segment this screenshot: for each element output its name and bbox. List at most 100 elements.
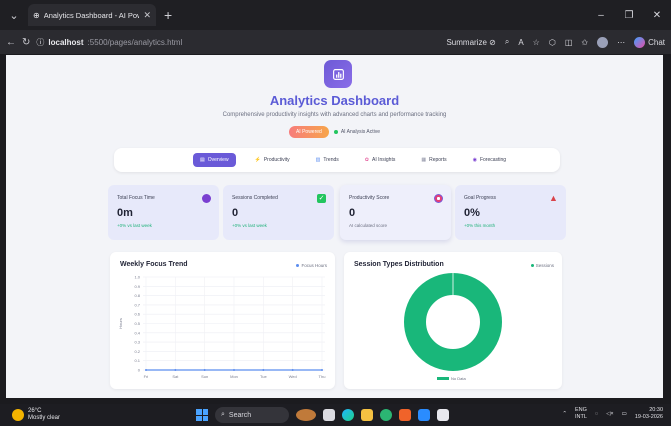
stat-card-goal-progress: Goal Progress 0% +0% this month ▲ xyxy=(455,185,566,240)
weather-sun-icon xyxy=(12,409,24,421)
data-point xyxy=(291,369,294,371)
stat-change: +0% this month xyxy=(464,223,496,228)
status-dot-icon xyxy=(333,130,338,134)
session-distribution-panel: Session Types Distribution Sessions No D… xyxy=(344,252,562,389)
maximize-icon[interactable]: ❐ xyxy=(615,10,643,21)
address-bar: ← ↻ ⓘ localhost:5500/pages/analytics.htm… xyxy=(0,30,671,54)
extension-icon[interactable]: ⬡ xyxy=(549,38,556,47)
wifi-icon[interactable]: ◌ xyxy=(595,411,598,417)
browser-titlebar: ⌄ ⊕ Analytics Dashboard - AI Powered ✕ +… xyxy=(0,0,671,30)
store-icon[interactable] xyxy=(380,409,392,421)
tab-ai-insights[interactable]: ✿ AI Insights xyxy=(358,153,403,167)
weather-temp: 26°C xyxy=(28,408,42,414)
page-content: Analytics Dashboard Comprehensive produc… xyxy=(6,55,663,398)
stat-card-productivity-score: Productivity Score 0 AI calculated score xyxy=(340,185,451,240)
close-tab-icon[interactable]: ✕ xyxy=(143,10,151,21)
copilot-icon xyxy=(634,36,646,48)
globe-icon: ⊕ xyxy=(33,10,40,20)
url-host: localhost xyxy=(48,37,84,47)
brain-icon: ✿ xyxy=(364,157,369,163)
weekly-focus-trend-panel: Weekly Focus Trend Focus Hours 1.0 0.9 0.8… xyxy=(110,252,335,389)
minimize-icon[interactable]: – xyxy=(587,10,615,21)
chart-icon: ▤ xyxy=(200,157,205,163)
favorite-star-icon[interactable]: ☆ xyxy=(533,38,540,47)
target-icon xyxy=(434,194,443,203)
stat-change: +0% vs last week xyxy=(232,223,267,228)
brave-icon[interactable] xyxy=(399,409,411,421)
stat-caption: AI calculated score xyxy=(349,223,388,228)
stat-value: 0% xyxy=(464,207,480,219)
bolt-icon: ⚡ xyxy=(254,157,261,163)
search-label: Search xyxy=(228,411,252,419)
legend-swatch xyxy=(437,377,449,380)
windows-start-icon[interactable] xyxy=(196,409,208,421)
taskbar-search[interactable]: ⌕ Search xyxy=(215,407,289,423)
stat-change: +0% vs last week xyxy=(117,223,152,228)
x-tick-label: Sun xyxy=(201,374,208,379)
task-view-icon[interactable] xyxy=(323,409,335,421)
x-tick-label: Mon xyxy=(230,374,238,379)
summarize-label: Summarize xyxy=(446,37,487,47)
pie-slice xyxy=(404,273,502,371)
line-chart: 1.0 0.9 0.8 0.7 0.6 0.5 0.4 0.3 0.2 0.1 0Fri Sat Sun… xyxy=(118,275,326,380)
more-icon[interactable]: ⋯ xyxy=(617,38,625,47)
tab-trends[interactable]: ▥ Trends xyxy=(309,153,346,167)
forecast-icon: ◉ xyxy=(472,157,477,163)
tray-chevron-icon[interactable]: ⌃ xyxy=(562,411,567,417)
toolbar-right: Summarize ⊘ ⌕ A ☆ ⬡ ◫ ✩ ⋯ Chat xyxy=(446,36,665,48)
word-icon[interactable] xyxy=(437,409,449,421)
donut-chart: No Data xyxy=(404,273,502,381)
taskbar: 26°C Mostly clear ⌕ Search ⌃ ENG INTL ◌ ◁× … xyxy=(0,404,671,426)
info-icon: ⓘ xyxy=(36,37,45,47)
url-field[interactable]: ⓘ localhost:5500/pages/analytics.html xyxy=(36,37,182,48)
edge-icon[interactable] xyxy=(342,409,354,421)
window-close-icon[interactable]: ✕ xyxy=(643,10,671,21)
volume-icon[interactable]: ◁× xyxy=(606,411,613,417)
trend-icon: ▥ xyxy=(315,157,321,163)
timer-icon xyxy=(202,194,211,203)
profile-avatar-icon[interactable] xyxy=(597,36,609,48)
copilot-button[interactable]: Chat xyxy=(634,36,665,48)
ai-status-badge: AI Analysis Active xyxy=(333,129,380,135)
stat-label: Sessions Completed xyxy=(232,195,278,201)
widgets-app-icon[interactable] xyxy=(296,409,316,421)
clock[interactable]: 20:30 19-03-2026 xyxy=(635,407,663,421)
y-tick-label: 1.0 xyxy=(134,275,140,280)
tab-forecasting[interactable]: ◉ Forecasting xyxy=(466,153,514,167)
tab-label: AI Insights xyxy=(371,157,396,163)
stat-label: Total Focus Time xyxy=(117,195,155,201)
new-tab-icon[interactable]: + xyxy=(164,7,172,23)
back-icon[interactable]: ← xyxy=(6,37,16,48)
file-explorer-icon[interactable] xyxy=(361,409,373,421)
tab-overview[interactable]: ▤ Overview xyxy=(193,153,236,167)
x-tick-label: Thu xyxy=(319,374,326,379)
stat-label: Goal Progress xyxy=(464,195,496,201)
y-tick-label: 0.8 xyxy=(134,293,140,298)
zoom-icon[interactable]: ⌕ xyxy=(505,37,509,47)
y-tick-label: 0.1 xyxy=(134,358,140,363)
page-subtitle: Comprehensive productivity insights with… xyxy=(222,112,447,118)
tab-productivity[interactable]: ⚡ Productivity xyxy=(248,153,297,167)
tab-label: Forecasting xyxy=(479,157,507,163)
tab-label: Trends xyxy=(323,157,339,163)
summarize-button[interactable]: Summarize ⊘ xyxy=(446,38,495,47)
y-tick-label: 0.9 xyxy=(134,284,140,289)
data-point xyxy=(174,369,177,371)
stat-card-focus-time: Total Focus Time 0m +0% vs last week xyxy=(108,185,219,240)
tab-label: Overview xyxy=(207,157,229,163)
read-aloud-icon[interactable]: A xyxy=(518,38,523,47)
browser-tab[interactable]: ⊕ Analytics Dashboard - AI Powered ✕ xyxy=(28,4,156,26)
tab-reports[interactable]: ▦ Reports xyxy=(414,153,453,167)
battery-icon[interactable]: ▭ xyxy=(622,411,627,417)
url-path: :5500/pages/analytics.html xyxy=(87,37,183,47)
tab-actions-chevron-icon[interactable]: ⌄ xyxy=(4,5,24,25)
y-tick-label: 0.3 xyxy=(134,340,140,345)
lang-code[interactable]: ENG xyxy=(575,407,587,414)
refresh-icon[interactable]: ↻ xyxy=(22,37,30,48)
data-point xyxy=(203,369,206,371)
weather-widget[interactable]: 26°C Mostly clear xyxy=(12,408,60,422)
split-screen-icon[interactable]: ◫ xyxy=(565,38,573,47)
favorites-icon[interactable]: ✩ xyxy=(581,38,588,47)
header-badges: AI Powered AI Analysis Active xyxy=(6,126,663,138)
vscode-icon[interactable] xyxy=(418,409,430,421)
